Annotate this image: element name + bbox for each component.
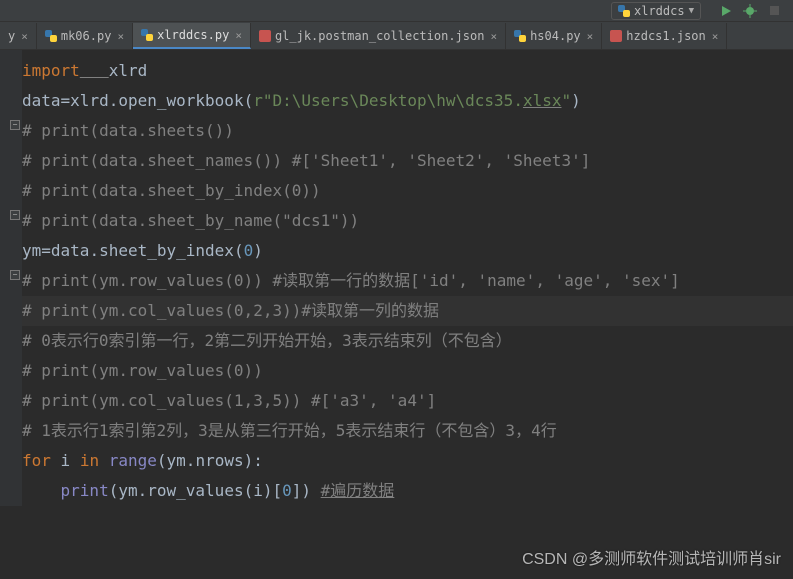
stop-icon xyxy=(769,5,780,16)
json-icon xyxy=(259,30,271,42)
code-line: # print(ym.row_values(0)) xyxy=(22,356,793,386)
tab-gljk[interactable]: gl_jk.postman_collection.json × xyxy=(251,23,506,49)
code-line: # 1表示行1索引第2列，3是从第三行开始，5表示结束行（不包含）3，4行 xyxy=(22,416,793,446)
tab-label: hzdcs1.json xyxy=(626,29,705,43)
code-line: # print(data.sheets()) xyxy=(22,116,793,146)
code-line: # print(data.sheet_by_index(0)) xyxy=(22,176,793,206)
code-line: for i in range(ym.nrows): xyxy=(22,446,793,476)
python-icon xyxy=(514,30,526,42)
close-icon[interactable]: × xyxy=(490,30,497,43)
tab-label: gl_jk.postman_collection.json xyxy=(275,29,485,43)
code-line: import xlrd xyxy=(22,56,793,86)
bug-icon xyxy=(743,4,757,18)
code-line: # print(ym.col_values(1,3,5)) #['a3', 'a… xyxy=(22,386,793,416)
run-config-label: xlrddcs xyxy=(634,4,685,18)
code-line: ym=data.sheet_by_index(0) xyxy=(22,236,793,266)
close-icon[interactable]: × xyxy=(117,30,124,43)
close-icon[interactable]: × xyxy=(712,30,719,43)
stop-button[interactable] xyxy=(765,2,783,20)
code-line: data=xlrd.open_workbook(r"D:\Users\Deskt… xyxy=(22,86,793,116)
watermark-text: CSDN @多测师软件测试培训师肖sir xyxy=(522,545,781,569)
python-icon xyxy=(141,29,153,41)
code-line: # 0表示行0索引第一行，2第二列开始开始，3表示结束列（不包含） xyxy=(22,326,793,356)
tab-label: y xyxy=(8,29,15,43)
tab-label: mk06.py xyxy=(61,29,112,43)
code-line: # print(data.sheet_names()) #['Sheet1', … xyxy=(22,146,793,176)
play-icon xyxy=(720,5,732,17)
fold-icon[interactable]: − xyxy=(10,270,20,280)
tab-xlrddcs[interactable]: xlrddcs.py × xyxy=(133,23,251,49)
tab-hs04[interactable]: hs04.py × xyxy=(506,23,602,49)
code-line: # print(ym.row_values(0)) #读取第一行的数据['id'… xyxy=(22,266,793,296)
code-line: # print(data.sheet_by_name("dcs1")) xyxy=(22,206,793,236)
run-config-dropdown[interactable]: xlrddcs ▼ xyxy=(611,2,701,20)
close-icon[interactable]: × xyxy=(21,30,28,43)
fold-icon[interactable]: − xyxy=(10,120,20,130)
debug-button[interactable] xyxy=(741,2,759,20)
json-icon xyxy=(610,30,622,42)
python-icon xyxy=(618,5,630,17)
editor-gutter: − − − xyxy=(0,50,22,506)
code-line: print(ym.row_values(i)[0]) #遍历数据 xyxy=(22,476,793,506)
tab-label: hs04.py xyxy=(530,29,581,43)
fold-icon[interactable]: − xyxy=(10,210,20,220)
editor-tabs: y × mk06.py × xlrddcs.py × gl_jk.postman… xyxy=(0,22,793,50)
chevron-down-icon: ▼ xyxy=(689,6,694,16)
code-editor[interactable]: − − − import xlrd data=xlrd.open_workboo… xyxy=(0,50,793,506)
close-icon[interactable]: × xyxy=(587,30,594,43)
python-icon xyxy=(45,30,57,42)
tab-label: xlrddcs.py xyxy=(157,28,229,42)
close-icon[interactable]: × xyxy=(235,29,242,42)
tab-hzdcs1[interactable]: hzdcs1.json × xyxy=(602,23,727,49)
top-toolbar: xlrddcs ▼ xyxy=(0,0,793,22)
tab-partial[interactable]: y × xyxy=(0,23,37,49)
run-button[interactable] xyxy=(717,2,735,20)
tab-mk06[interactable]: mk06.py × xyxy=(37,23,133,49)
code-line: # print(ym.col_values(0,2,3))#读取第一列的数据 xyxy=(22,296,793,326)
